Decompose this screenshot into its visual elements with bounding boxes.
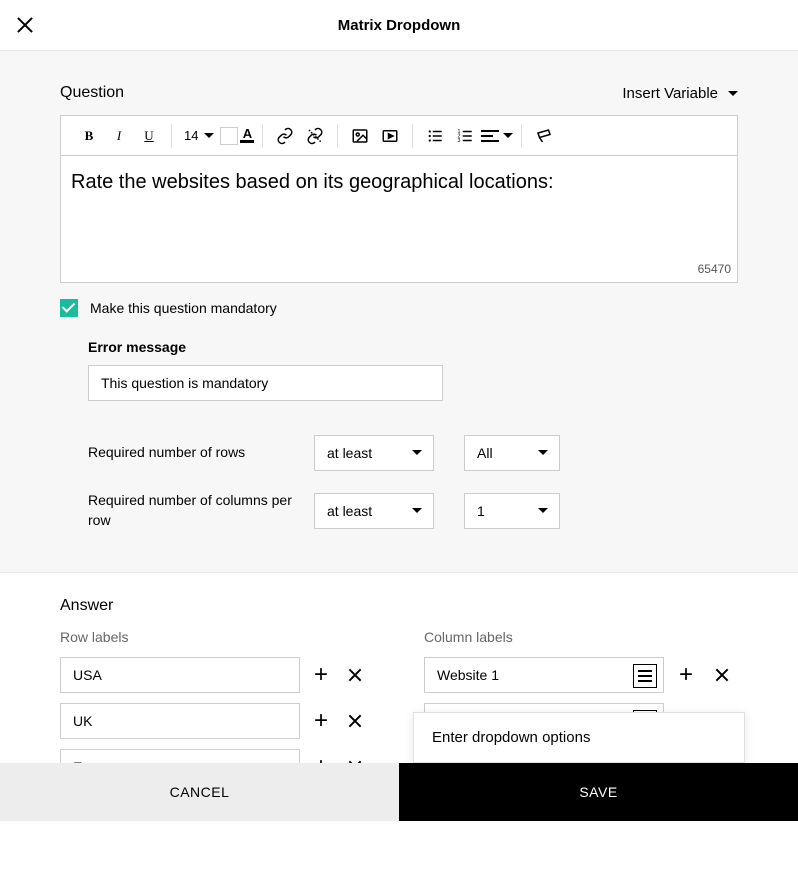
row-label-input[interactable]: UK (60, 703, 300, 739)
error-message-input[interactable] (88, 365, 443, 401)
font-size-value: 14 (184, 128, 198, 143)
editor-toolbar: B I U 14 A (61, 116, 737, 156)
numbered-list-button[interactable]: 123 (451, 122, 479, 150)
dialog-header: Matrix Dropdown (0, 0, 798, 51)
char-count: 65470 (698, 261, 731, 278)
bullet-list-button[interactable] (421, 122, 449, 150)
bg-color-button[interactable] (220, 127, 238, 145)
mandatory-checkbox[interactable] (60, 299, 78, 317)
close-icon[interactable] (14, 14, 36, 36)
remove-column-button[interactable] (708, 661, 736, 689)
svg-text:3: 3 (458, 138, 461, 144)
insert-variable-label: Insert Variable (622, 85, 718, 102)
caret-down-icon (204, 133, 214, 138)
underline-button[interactable]: U (135, 122, 163, 150)
font-size-select[interactable]: 14 (180, 128, 218, 143)
clear-format-button[interactable] (530, 122, 558, 150)
unlink-button[interactable] (301, 122, 329, 150)
rich-text-editor: B I U 14 A (60, 115, 738, 283)
video-button[interactable] (376, 122, 404, 150)
answer-label: Answer (60, 597, 738, 615)
add-row-button[interactable]: + (308, 661, 334, 689)
row-label-row: UK + (60, 703, 368, 739)
required-cols-value-select[interactable]: 1 (464, 493, 560, 529)
bold-button[interactable]: B (75, 122, 103, 150)
link-button[interactable] (271, 122, 299, 150)
mandatory-label: Make this question mandatory (90, 300, 277, 316)
required-rows-operator-select[interactable]: at least (314, 435, 434, 471)
remove-row-button[interactable] (342, 661, 368, 689)
error-message-label: Error message (88, 339, 738, 355)
editor-content: Rate the websites based on its geographi… (71, 171, 554, 193)
column-label-row: Website 1 + (424, 657, 738, 693)
required-cols-label: Required number of columns per row (88, 491, 314, 530)
popover-text: Enter dropdown options (432, 729, 590, 746)
row-label-input[interactable]: USA (60, 657, 300, 693)
question-label: Question (60, 84, 124, 102)
dropdown-options-popover[interactable]: Enter dropdown options (413, 712, 745, 763)
options-list-button[interactable] (633, 664, 657, 688)
dialog-title: Matrix Dropdown (0, 17, 798, 34)
editor-textarea[interactable]: Rate the websites based on its geographi… (61, 156, 737, 282)
caret-down-icon (503, 133, 513, 138)
add-row-button[interactable]: + (308, 707, 334, 735)
required-cols-operator-select[interactable]: at least (314, 493, 434, 529)
row-labels-head: Row labels (60, 629, 368, 645)
question-section: Question Insert Variable B I U 14 A (0, 51, 798, 530)
column-label-input[interactable]: Website 1 (424, 657, 664, 693)
italic-button[interactable]: I (105, 122, 133, 150)
remove-row-button[interactable] (342, 707, 368, 735)
required-rows-value-select[interactable]: All (464, 435, 560, 471)
dialog-footer: CANCEL SAVE (0, 763, 798, 821)
column-labels-head: Column labels (424, 629, 738, 645)
caret-down-icon (728, 91, 738, 96)
save-button[interactable]: SAVE (399, 763, 798, 821)
text-color-button[interactable]: A (240, 129, 254, 143)
insert-variable-button[interactable]: Insert Variable (622, 85, 738, 102)
row-label-row: USA + (60, 657, 368, 693)
paragraph-format-button[interactable] (481, 129, 513, 143)
required-rows-label: Required number of rows (88, 443, 314, 463)
add-column-button[interactable]: + (672, 661, 700, 689)
cancel-button[interactable]: CANCEL (0, 763, 399, 821)
list-icon (638, 670, 652, 682)
image-button[interactable] (346, 122, 374, 150)
